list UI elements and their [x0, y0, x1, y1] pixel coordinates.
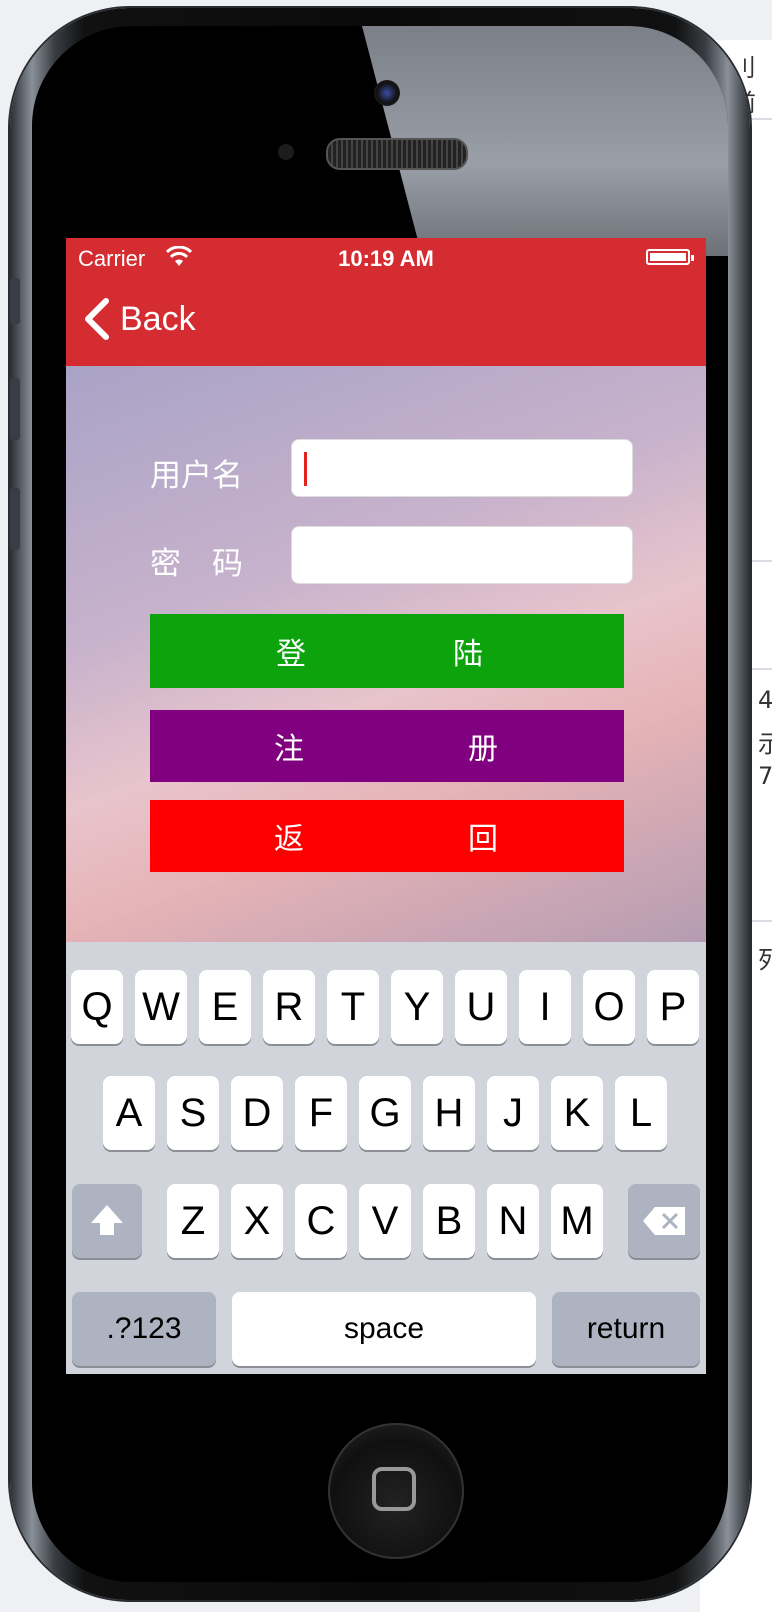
- space-key[interactable]: space: [232, 1292, 536, 1366]
- navigation-bar: Carrier 10:19 AM Back: [66, 238, 706, 366]
- background-text: 4: [758, 686, 772, 714]
- key-b[interactable]: B: [423, 1184, 475, 1258]
- key-t[interactable]: T: [327, 970, 379, 1044]
- shift-key[interactable]: [72, 1184, 142, 1258]
- background-text: 示: [758, 730, 772, 758]
- key-x[interactable]: X: [231, 1184, 283, 1258]
- delete-backspace-icon: [643, 1207, 685, 1235]
- background-text: 7: [758, 762, 772, 790]
- username-label: 用户名: [150, 458, 243, 494]
- login-form: 用户名 密 码 登 陆 注 册 返 回: [66, 366, 706, 942]
- volume-up-button: [10, 378, 20, 440]
- key-f[interactable]: F: [295, 1076, 347, 1150]
- return-button-char: 回: [468, 822, 498, 857]
- home-square-icon: [372, 1467, 416, 1511]
- key-n[interactable]: N: [487, 1184, 539, 1258]
- login-button-char: 登: [276, 637, 306, 672]
- proximity-sensor: [278, 144, 294, 160]
- key-v[interactable]: V: [359, 1184, 411, 1258]
- delete-key[interactable]: [628, 1184, 700, 1258]
- password-field[interactable]: [291, 526, 633, 584]
- register-button-char: 注: [274, 732, 304, 767]
- status-time: 10:19 AM: [338, 246, 434, 271]
- login-button[interactable]: 登 陆: [150, 614, 624, 688]
- key-k[interactable]: K: [551, 1076, 603, 1150]
- status-bar: Carrier 10:19 AM: [66, 238, 706, 278]
- key-o[interactable]: O: [583, 970, 635, 1044]
- keyboard: QWERTYUIOP ASDFGHJKL ZXCVBNM .?123 space…: [66, 942, 706, 1374]
- battery-icon: [646, 249, 694, 265]
- register-button[interactable]: 注 册: [150, 710, 624, 782]
- earpiece-speaker: [326, 138, 468, 170]
- volume-down-button: [10, 488, 20, 550]
- password-label: 密 码: [150, 546, 243, 582]
- key-u[interactable]: U: [455, 970, 507, 1044]
- key-z[interactable]: Z: [167, 1184, 219, 1258]
- back-button[interactable]: Back: [80, 294, 196, 344]
- key-s[interactable]: S: [167, 1076, 219, 1150]
- key-c[interactable]: C: [295, 1184, 347, 1258]
- key-y[interactable]: Y: [391, 970, 443, 1044]
- key-d[interactable]: D: [231, 1076, 283, 1150]
- background-text: 列: [758, 946, 772, 974]
- return-key[interactable]: return: [552, 1292, 700, 1366]
- key-m[interactable]: M: [551, 1184, 603, 1258]
- key-i[interactable]: I: [519, 970, 571, 1044]
- numbers-key[interactable]: .?123: [72, 1292, 216, 1366]
- front-camera: [374, 80, 400, 106]
- key-p[interactable]: P: [647, 970, 699, 1044]
- return-button-char: 返: [274, 822, 304, 857]
- key-h[interactable]: H: [423, 1076, 475, 1150]
- register-button-char: 册: [468, 732, 498, 767]
- mute-switch: [10, 278, 20, 324]
- key-e[interactable]: E: [199, 970, 251, 1044]
- key-l[interactable]: L: [615, 1076, 667, 1150]
- key-q[interactable]: Q: [71, 970, 123, 1044]
- key-w[interactable]: W: [135, 970, 187, 1044]
- key-a[interactable]: A: [103, 1076, 155, 1150]
- login-button-char: 陆: [453, 637, 483, 672]
- return-button[interactable]: 返 回: [150, 800, 624, 872]
- username-field[interactable]: [291, 439, 633, 497]
- shift-arrow-icon: [91, 1205, 123, 1235]
- text-caret: [304, 452, 307, 486]
- chevron-left-icon: [85, 298, 109, 340]
- key-r[interactable]: R: [263, 970, 315, 1044]
- home-button[interactable]: [328, 1423, 464, 1559]
- back-label: Back: [120, 299, 196, 338]
- key-j[interactable]: J: [487, 1076, 539, 1150]
- key-g[interactable]: G: [359, 1076, 411, 1150]
- device-screen: Carrier 10:19 AM Back 用户名 密 码 登 陆 注 册 返 …: [66, 238, 706, 1374]
